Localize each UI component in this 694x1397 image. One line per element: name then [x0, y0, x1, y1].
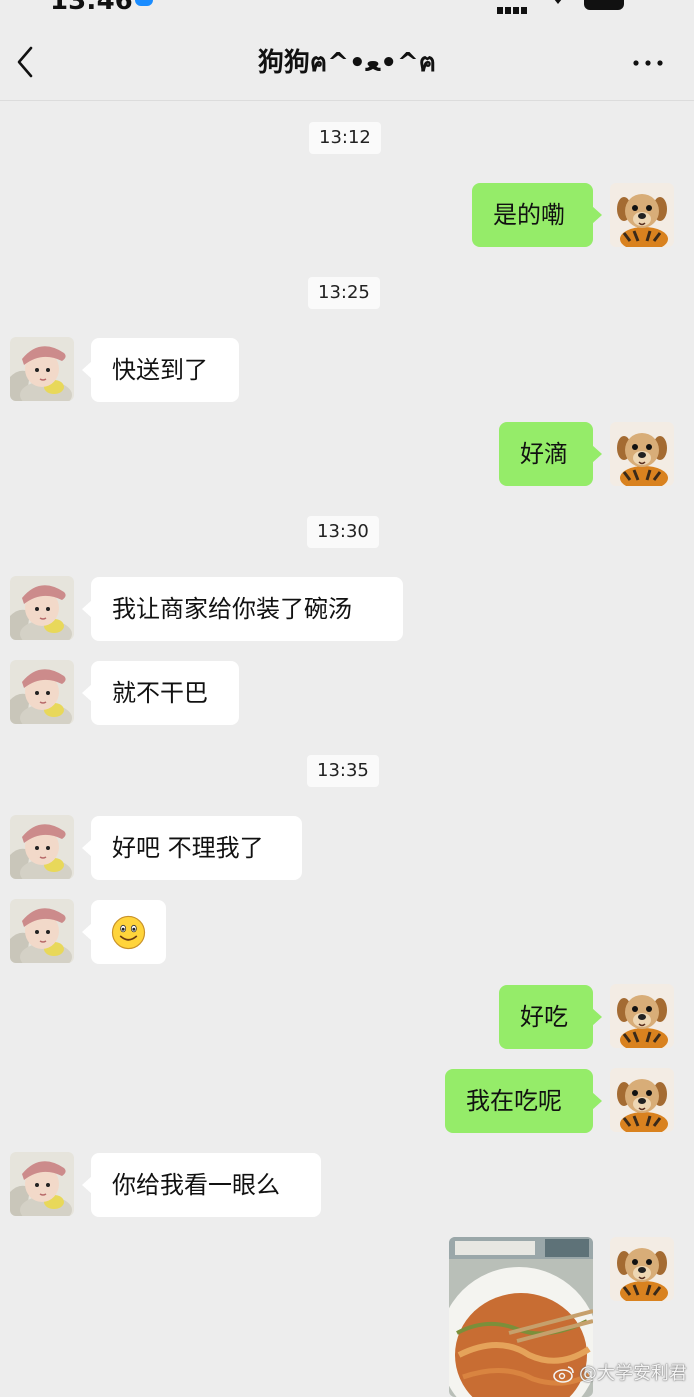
- my-avatar[interactable]: [610, 1237, 674, 1301]
- message-timestamp: 13:12: [309, 122, 381, 154]
- message-timestamp: 13:30: [307, 516, 379, 548]
- location-indicator-icon: [135, 0, 153, 6]
- watermark-text: @大学安利君: [579, 1363, 687, 1384]
- contact-avatar[interactable]: [10, 1152, 74, 1216]
- weibo-watermark: @大学安利君: [553, 1359, 687, 1385]
- smile-emoji-icon: [111, 915, 146, 950]
- status-time: 13:46: [50, 0, 133, 14]
- weibo-logo-icon: [553, 1366, 574, 1383]
- chat-title: 狗狗ฅ^•ﻌ•^ฅ: [257, 48, 437, 78]
- contact-avatar[interactable]: [10, 899, 74, 963]
- contact-avatar[interactable]: [10, 815, 74, 879]
- message-bubble-incoming[interactable]: 你给我看一眼么: [82, 1153, 321, 1217]
- message-timestamp: 13:35: [307, 755, 379, 787]
- message-bubble-incoming[interactable]: 就不干巴: [82, 661, 239, 725]
- message-bubble-incoming[interactable]: 好吧 不理我了: [82, 816, 302, 880]
- message-bubble-outgoing[interactable]: 是的嘞: [472, 183, 602, 247]
- signal-icon: [497, 0, 531, 14]
- contact-avatar[interactable]: [10, 660, 74, 724]
- message-bubble-outgoing[interactable]: 好吃: [499, 985, 602, 1049]
- contact-avatar[interactable]: [10, 337, 74, 401]
- my-avatar[interactable]: [610, 1068, 674, 1132]
- message-bubble-outgoing[interactable]: 我在吃呢: [445, 1069, 602, 1133]
- my-avatar[interactable]: [610, 984, 674, 1048]
- message-bubble-incoming[interactable]: [82, 900, 166, 964]
- battery-icon: [584, 0, 624, 10]
- contact-avatar[interactable]: [10, 576, 74, 640]
- my-avatar[interactable]: [610, 183, 674, 247]
- message-bubble-outgoing[interactable]: 好滴: [499, 422, 602, 486]
- message-timestamp: 13:25: [308, 277, 380, 309]
- message-bubble-incoming[interactable]: 快送到了: [82, 338, 239, 402]
- message-bubble-incoming[interactable]: 我让商家给你装了碗汤: [82, 577, 403, 641]
- more-options-icon[interactable]: [624, 40, 672, 84]
- my-avatar[interactable]: [610, 422, 674, 486]
- chat-header: 狗狗ฅ^•ﻌ•^ฅ: [0, 14, 694, 101]
- status-bar: 13:46: [0, 0, 694, 14]
- wifi-icon: [554, 0, 562, 4]
